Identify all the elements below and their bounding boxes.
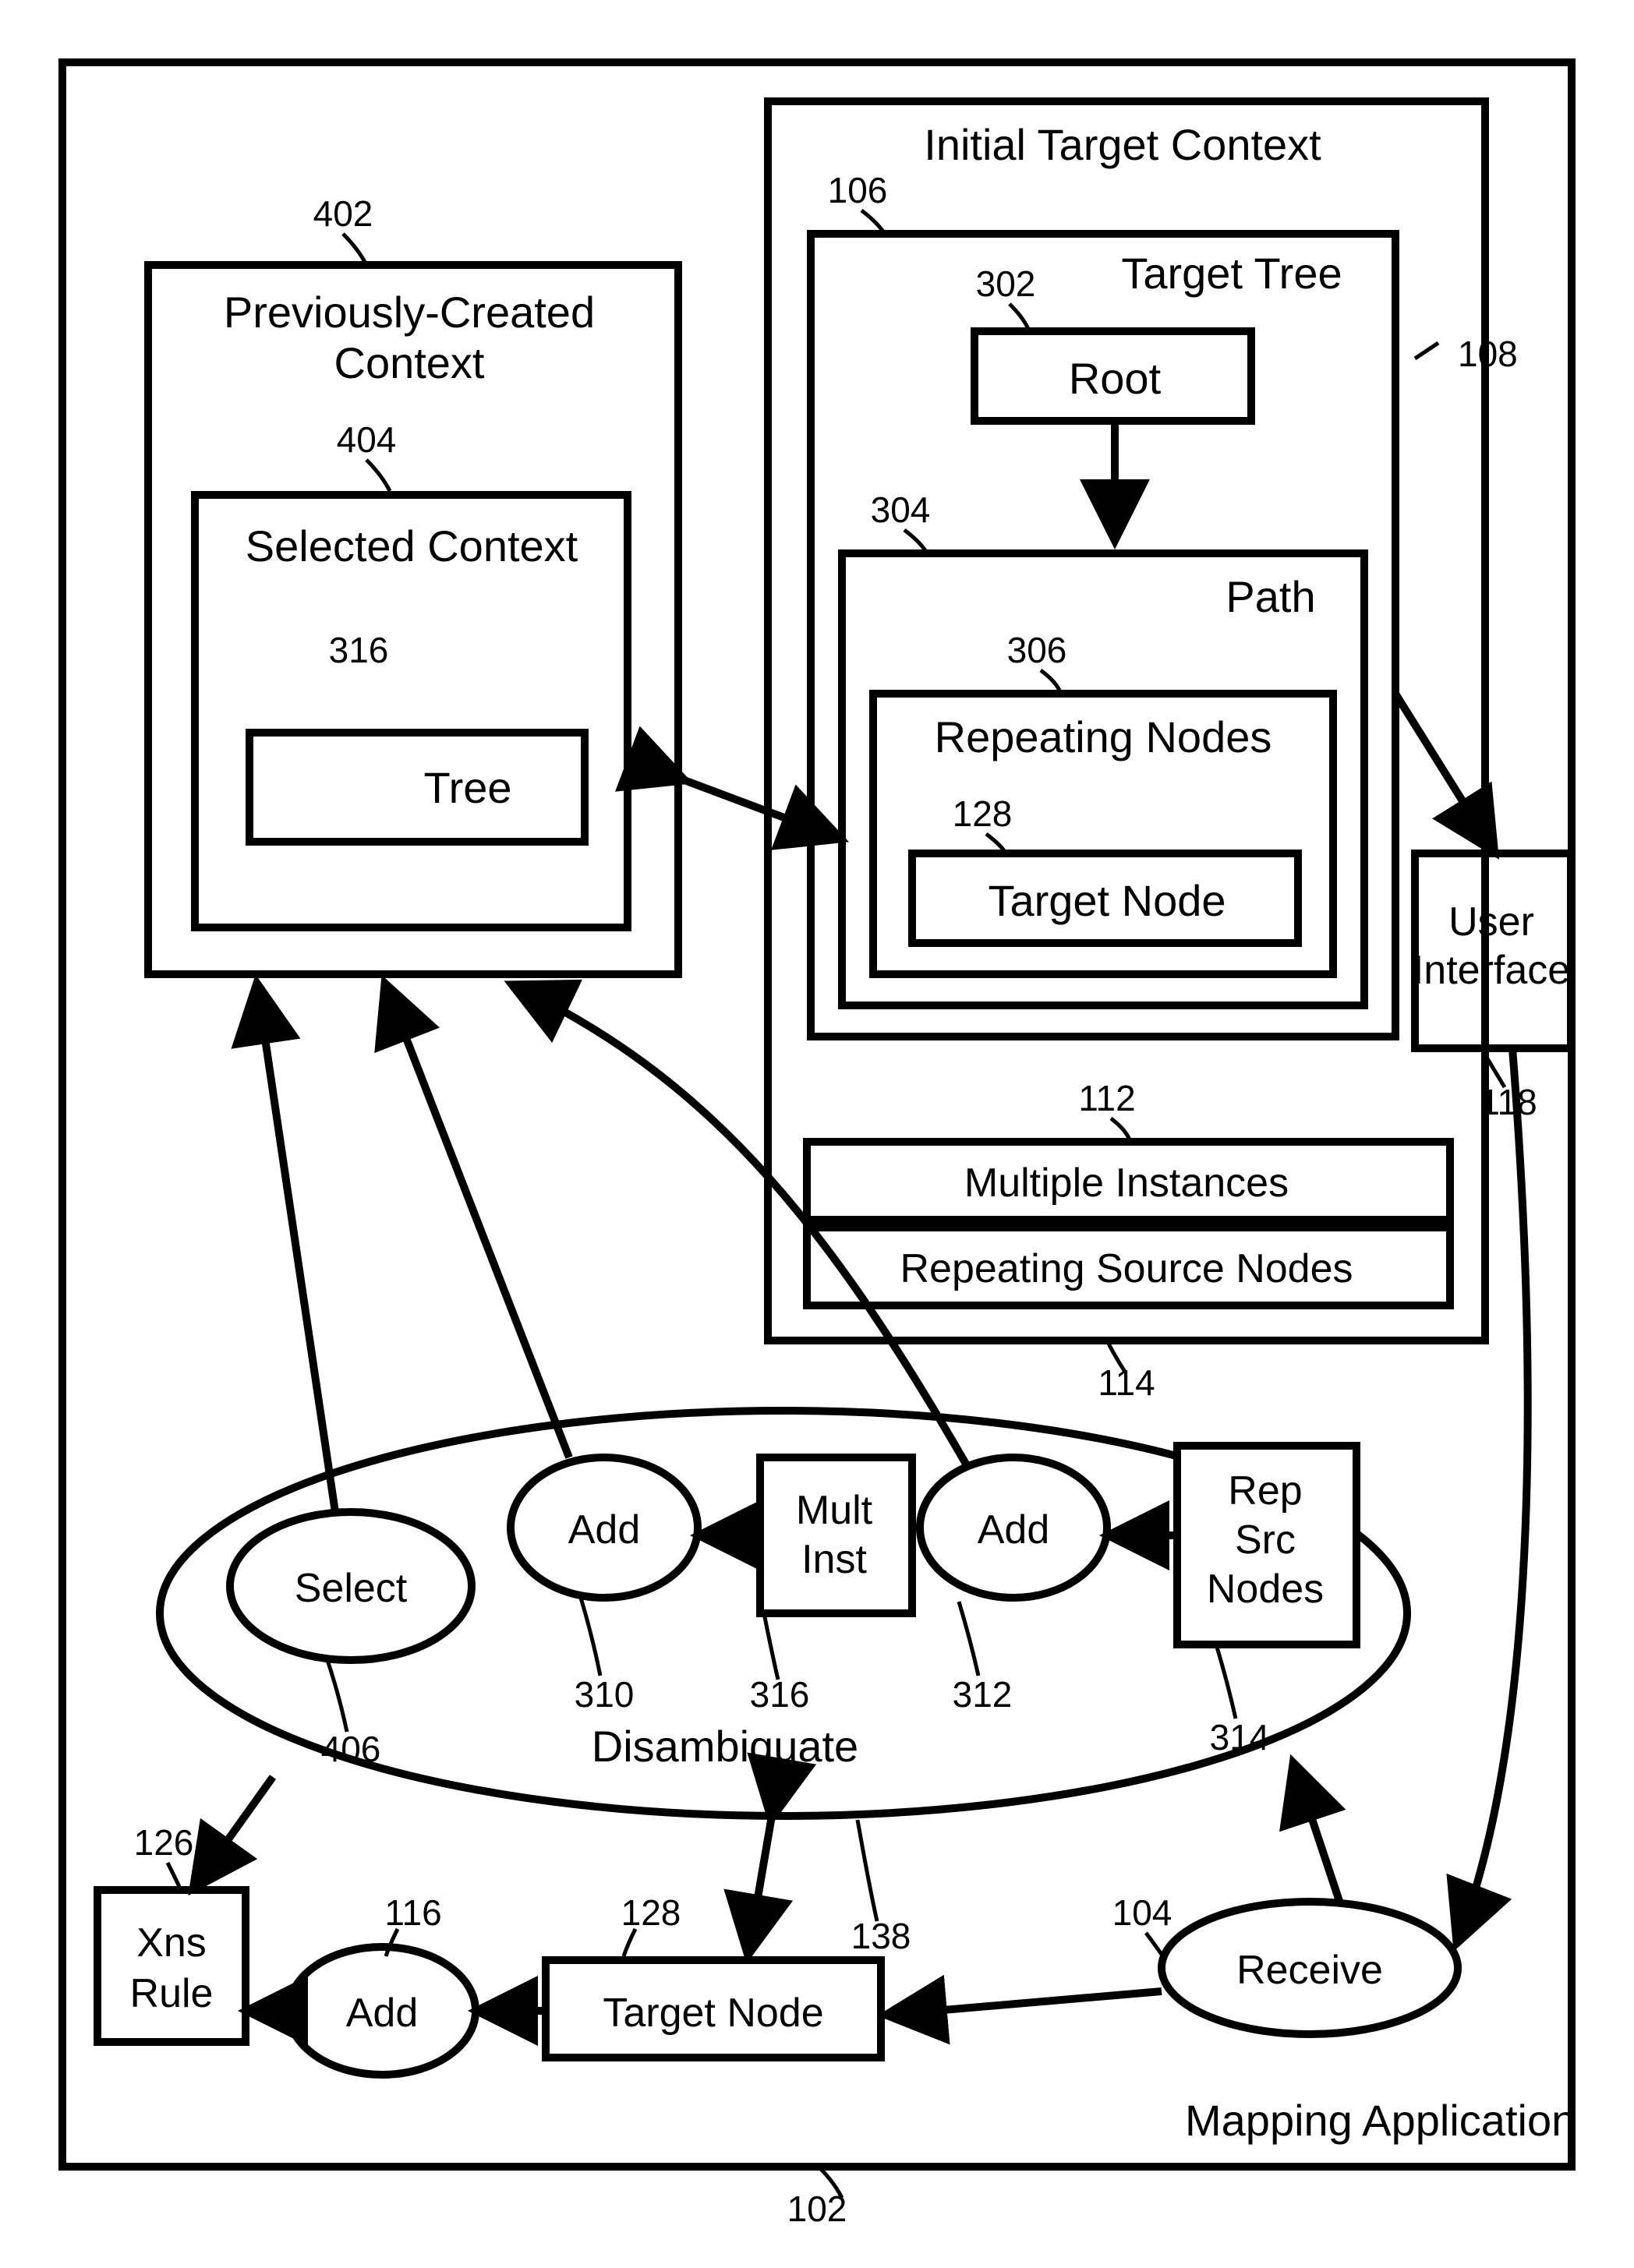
target-node-inner-label: Target Node bbox=[988, 876, 1226, 925]
xns-rule-label1: Xns bbox=[136, 1920, 207, 1966]
repeating-source-nodes-ref: 114 bbox=[1098, 1362, 1155, 1403]
add2-label: Add bbox=[978, 1507, 1050, 1553]
multiple-instances-ref: 112 bbox=[1078, 1078, 1135, 1118]
rep-src-nodes-label3: Nodes bbox=[1207, 1567, 1324, 1612]
previously-created-context-title2: Context bbox=[334, 338, 485, 387]
mapping-application-box bbox=[62, 62, 1572, 2167]
add1-ref: 310 bbox=[575, 1674, 635, 1715]
rep-src-nodes-label1: Rep bbox=[1228, 1468, 1302, 1514]
selected-context-inner-ref: 316 bbox=[329, 630, 389, 670]
disambiguate-label: Disambiguate bbox=[592, 1722, 858, 1771]
root-ref: 302 bbox=[976, 263, 1036, 304]
initial-target-context-title: Initial Target Context bbox=[924, 120, 1321, 169]
path-ref: 304 bbox=[871, 489, 931, 530]
add3-ref: 116 bbox=[384, 1892, 441, 1933]
selected-context-ref: 404 bbox=[337, 419, 397, 460]
tree-label: Tree bbox=[423, 763, 511, 812]
path-box bbox=[842, 553, 1364, 1005]
selected-context-title: Selected Context bbox=[246, 521, 578, 571]
target-node-inner-ref: 128 bbox=[953, 793, 1013, 834]
repeating-nodes-ref: 306 bbox=[1007, 630, 1067, 670]
add2-ref: 312 bbox=[953, 1674, 1013, 1715]
diagram-canvas: Mapping Application 102 402 Previously-C… bbox=[0, 0, 1634, 2268]
receive-label: Receive bbox=[1236, 1948, 1383, 1993]
receive-ref: 104 bbox=[1112, 1892, 1172, 1933]
repeating-nodes-title: Repeating Nodes bbox=[935, 712, 1272, 761]
path-title: Path bbox=[1226, 572, 1315, 621]
repeating-source-nodes-label: Repeating Source Nodes bbox=[900, 1246, 1353, 1291]
previously-created-context-ref: 402 bbox=[313, 193, 373, 234]
target-node-bottom-label: Target Node bbox=[603, 1991, 823, 2036]
mult-inst-label1: Mult bbox=[796, 1488, 873, 1533]
add1-label: Add bbox=[568, 1507, 641, 1553]
multiple-instances-label: Multiple Instances bbox=[964, 1160, 1289, 1206]
target-node-bottom-ref: 128 bbox=[621, 1892, 681, 1933]
mult-inst-ref: 316 bbox=[750, 1674, 810, 1715]
mapping-application-title: Mapping Application bbox=[1185, 2096, 1576, 2145]
target-tree-ref: 108 bbox=[1458, 334, 1518, 374]
target-tree-title: Target Tree bbox=[1121, 249, 1342, 298]
rep-src-nodes-label2: Src bbox=[1235, 1517, 1296, 1563]
initial-target-context-ref: 106 bbox=[828, 170, 888, 210]
xns-rule-box bbox=[97, 1890, 246, 2042]
select-label: Select bbox=[295, 1566, 408, 1611]
user-interface-label2: Interface bbox=[1413, 948, 1570, 993]
previously-created-context-title1: Previously-Created bbox=[224, 288, 595, 337]
root-label: Root bbox=[1069, 354, 1162, 403]
mapping-application-ref: 102 bbox=[787, 2189, 847, 2229]
disambiguate-ref: 138 bbox=[851, 1916, 911, 1956]
mult-inst-box bbox=[760, 1457, 912, 1613]
tree-box bbox=[249, 733, 585, 842]
mult-inst-label2: Inst bbox=[801, 1537, 867, 1582]
rep-src-nodes-ref: 314 bbox=[1210, 1717, 1270, 1758]
user-interface-ref: 118 bbox=[1480, 1082, 1537, 1122]
add3-label: Add bbox=[346, 1991, 419, 2036]
select-ref: 406 bbox=[321, 1729, 381, 1769]
user-interface-label1: User bbox=[1448, 899, 1534, 945]
xns-rule-ref: 126 bbox=[134, 1822, 194, 1863]
xns-rule-label2: Rule bbox=[130, 1971, 214, 2016]
